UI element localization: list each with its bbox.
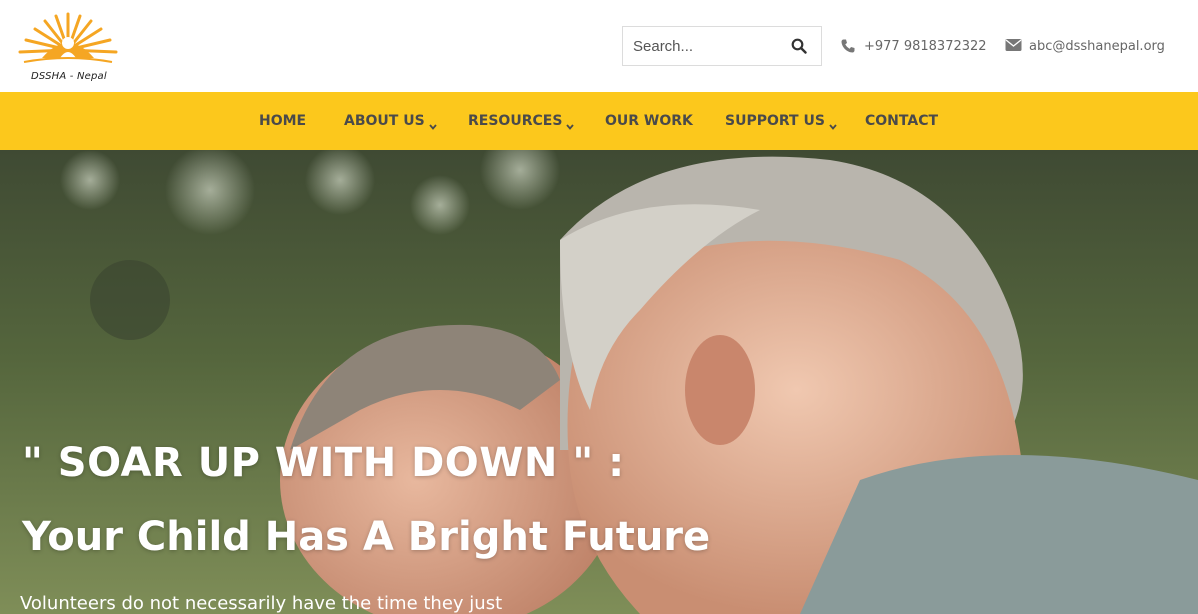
nav-item-home[interactable]: HOME bbox=[259, 92, 306, 150]
nav-label: CONTACT bbox=[865, 113, 939, 129]
site-header: DSSHA - Nepal +977 9818372322 abc@dsshan… bbox=[0, 0, 1198, 92]
chevron-down-icon bbox=[566, 118, 575, 130]
hero-banner: " SOAR UP WITH DOWN " : Your Child Has A… bbox=[0, 150, 1198, 614]
phone-icon bbox=[840, 38, 856, 54]
nav-item-resources[interactable]: RESOURCES bbox=[468, 92, 575, 150]
nav-item-support-us[interactable]: SUPPORT US bbox=[725, 92, 837, 150]
chevron-down-icon bbox=[428, 118, 437, 130]
hero-title-line2: Your Child Has A Bright Future bbox=[22, 514, 711, 560]
hero-subtitle: Volunteers do not necessarily have the t… bbox=[20, 593, 503, 614]
nav-item-about-us[interactable]: ABOUT US bbox=[344, 92, 437, 150]
sun-logo-icon bbox=[18, 12, 118, 63]
hero-title-line1: " SOAR UP WITH DOWN " : bbox=[22, 440, 625, 486]
email-address: abc@dsshanepal.org bbox=[1029, 38, 1165, 54]
email-contact[interactable]: abc@dsshanepal.org bbox=[1005, 36, 1165, 56]
nav-item-contact[interactable]: CONTACT bbox=[865, 92, 938, 150]
chevron-down-icon bbox=[829, 118, 837, 130]
nav-label: OUR WORK bbox=[605, 113, 693, 129]
envelope-icon bbox=[1005, 38, 1022, 54]
nav-label: SUPPORT US bbox=[725, 113, 825, 129]
search-box bbox=[622, 26, 822, 66]
nav-label: HOME bbox=[259, 113, 307, 129]
phone-contact[interactable]: +977 9818372322 bbox=[840, 36, 987, 56]
nav-item-our-work[interactable]: OUR WORK bbox=[605, 92, 693, 150]
nav-label: ABOUT US bbox=[344, 113, 425, 129]
logo-text: DSSHA - Nepal bbox=[31, 71, 107, 82]
search-icon[interactable] bbox=[791, 38, 807, 54]
phone-number: +977 9818372322 bbox=[864, 38, 987, 54]
nav-label: RESOURCES bbox=[468, 113, 563, 129]
search-input[interactable] bbox=[623, 27, 773, 65]
main-nav: HOME ABOUT US RESOURCES OUR WORK SUPPORT… bbox=[0, 92, 1198, 150]
site-logo[interactable]: DSSHA - Nepal bbox=[14, 10, 122, 88]
